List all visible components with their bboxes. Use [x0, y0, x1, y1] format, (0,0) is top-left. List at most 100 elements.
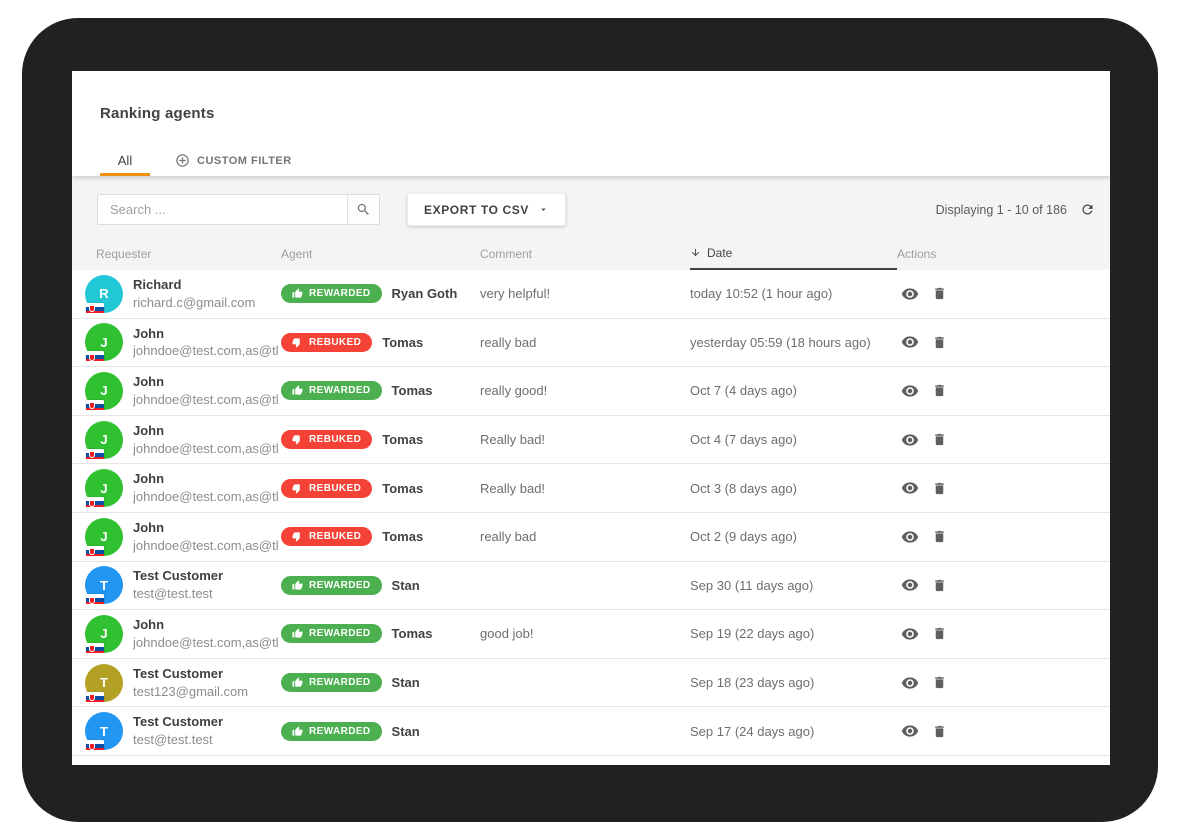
agent-cell: REWARDED Stan	[281, 576, 480, 595]
delete-button[interactable]	[932, 285, 947, 302]
delete-button[interactable]	[932, 480, 947, 497]
view-button[interactable]	[901, 674, 919, 692]
date-text: Oct 3 (8 days ago)	[690, 481, 897, 496]
column-header-agent[interactable]: Agent	[281, 237, 480, 270]
agent-cell: REWARDED Ryan Goth	[281, 284, 480, 303]
requester-email: johndoe@test.com,as@tl	[133, 635, 279, 652]
status-badge: REWARDED	[281, 722, 382, 741]
trash-icon	[932, 382, 947, 399]
comment-text: Really bad!	[480, 432, 690, 447]
status-badge: REWARDED	[281, 673, 382, 692]
agent-cell: REWARDED Tomas	[281, 624, 480, 643]
column-header-comment[interactable]: Comment	[480, 237, 690, 270]
status-badge-label: REBUKED	[309, 434, 361, 445]
avatar: J	[85, 323, 123, 361]
export-to-csv-button[interactable]: EXPORT TO CSV	[407, 193, 566, 226]
requester-identity: John johndoe@test.com,as@tl	[133, 325, 279, 361]
trash-icon	[932, 334, 947, 351]
trash-icon	[932, 577, 947, 594]
avatar: J	[85, 372, 123, 410]
requester-name: John	[133, 470, 279, 489]
tab-custom-filter-label: CUSTOM FILTER	[197, 155, 292, 167]
displaying-count: Displaying 1 - 10 of 186	[936, 203, 1067, 217]
requester-cell: T Test Customer test@test.test	[72, 566, 281, 604]
requester-name: Richard	[133, 276, 255, 295]
status-badge-label: REWARDED	[309, 726, 371, 737]
date-text: yesterday 05:59 (18 hours ago)	[690, 335, 897, 350]
eye-icon	[901, 285, 919, 303]
delete-button[interactable]	[932, 577, 947, 594]
eye-icon	[901, 576, 919, 594]
delete-button[interactable]	[932, 528, 947, 545]
trash-icon	[932, 285, 947, 302]
avatar-letter: R	[99, 286, 108, 301]
delete-button[interactable]	[932, 674, 947, 691]
refresh-button[interactable]	[1080, 202, 1095, 217]
requester-cell: J John johndoe@test.com,as@tl	[72, 518, 281, 556]
requester-name: John	[133, 422, 279, 441]
thumb-down-icon	[292, 531, 303, 542]
circle-plus-icon	[175, 153, 190, 168]
view-button[interactable]	[901, 333, 919, 351]
actions-cell	[897, 382, 1110, 400]
comment-text: really bad	[480, 529, 690, 544]
delete-button[interactable]	[932, 723, 947, 740]
view-button[interactable]	[901, 285, 919, 303]
avatar-letter: T	[100, 724, 108, 739]
requester-email: richard.c@gmail.com	[133, 295, 255, 312]
date-text: Oct 4 (7 days ago)	[690, 432, 897, 447]
column-header-date[interactable]: Date	[690, 237, 897, 270]
requester-name: John	[133, 373, 279, 392]
status-badge: REWARDED	[281, 576, 382, 595]
table-row: J John johndoe@test.com,as@tl REBUKED To…	[72, 416, 1110, 465]
chevron-down-icon	[538, 204, 549, 215]
slovakia-flag-icon	[86, 351, 104, 361]
tab-custom-filter[interactable]: CUSTOM FILTER	[173, 148, 294, 176]
date-text: Sep 18 (23 days ago)	[690, 675, 897, 690]
trash-icon	[932, 625, 947, 642]
requester-name: John	[133, 519, 279, 538]
column-header-requester[interactable]: Requester	[72, 237, 281, 270]
actions-cell	[897, 285, 1110, 303]
tab-all[interactable]: All	[100, 148, 150, 176]
avatar-letter: J	[100, 383, 107, 398]
requester-identity: John johndoe@test.com,as@tl	[133, 373, 279, 409]
view-button[interactable]	[901, 479, 919, 497]
agent-cell: REWARDED Stan	[281, 673, 480, 692]
view-button[interactable]	[901, 528, 919, 546]
table-row: J John johndoe@test.com,as@tl REBUKED To…	[72, 464, 1110, 513]
requester-email: johndoe@test.com,as@tl	[133, 441, 279, 458]
actions-cell	[897, 528, 1110, 546]
delete-button[interactable]	[932, 382, 947, 399]
delete-button[interactable]	[932, 334, 947, 351]
date-text: Sep 17 (24 days ago)	[690, 724, 897, 739]
view-button[interactable]	[901, 722, 919, 740]
search-input[interactable]	[98, 195, 347, 224]
status-badge-label: REWARDED	[309, 677, 371, 688]
delete-button[interactable]	[932, 625, 947, 642]
view-button[interactable]	[901, 382, 919, 400]
table-row: T Test Customer test@test.test REWARDED …	[72, 562, 1110, 611]
view-button[interactable]	[901, 625, 919, 643]
requester-cell: T Test Customer test123@gmail.com	[72, 664, 281, 702]
status-badge: REBUKED	[281, 527, 372, 546]
status-badge: REBUKED	[281, 333, 372, 352]
trash-icon	[932, 723, 947, 740]
thumb-up-icon	[292, 580, 303, 591]
avatar-letter: J	[100, 529, 107, 544]
avatar-letter: J	[100, 626, 107, 641]
agent-cell: REBUKED Tomas	[281, 479, 480, 498]
view-button[interactable]	[901, 431, 919, 449]
avatar: J	[85, 518, 123, 556]
table-row: R Richard richard.c@gmail.com REWARDED R…	[72, 270, 1110, 319]
eye-icon	[901, 528, 919, 546]
delete-button[interactable]	[932, 431, 947, 448]
avatar: J	[85, 615, 123, 653]
comment-text: really good!	[480, 383, 690, 398]
search-button[interactable]	[347, 195, 379, 224]
view-button[interactable]	[901, 576, 919, 594]
app-header: Ranking agents All CUSTOM FILTER	[72, 71, 1110, 176]
actions-cell	[897, 674, 1110, 692]
requester-identity: Test Customer test@test.test	[133, 713, 223, 749]
content-area: EXPORT TO CSV Displaying 1 - 10 of 186 R…	[72, 176, 1110, 756]
